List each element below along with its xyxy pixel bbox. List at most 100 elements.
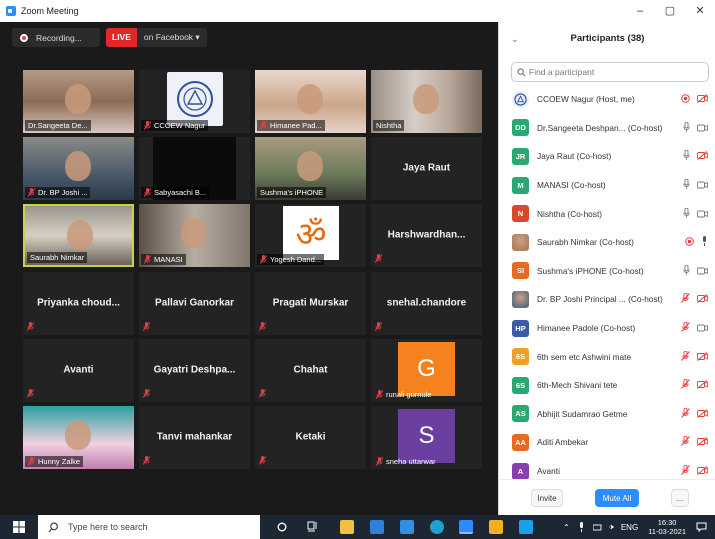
video-tile[interactable]: Hunny Zalke xyxy=(23,406,134,469)
file-explorer-icon[interactable] xyxy=(340,520,354,534)
participant-row[interactable]: JR Jaya Raut (Co-host) xyxy=(499,142,715,171)
video-tile[interactable]: Priyanka choud... xyxy=(23,272,134,335)
video-icon[interactable] xyxy=(697,176,708,194)
app-icon[interactable] xyxy=(519,520,533,534)
edge-icon[interactable] xyxy=(430,520,444,534)
participant-row[interactable]: AS Abhijit Sudamrao Getme xyxy=(499,400,715,429)
mic-icon[interactable] xyxy=(683,262,690,280)
video-tile[interactable]: Gayatri Deshpa... xyxy=(139,339,250,402)
tile-name: Tanvi mahankar xyxy=(156,430,233,442)
video-off-icon[interactable] xyxy=(697,348,708,366)
more-button[interactable]: ... xyxy=(671,489,689,507)
media-player-icon[interactable] xyxy=(489,520,503,534)
video-tile[interactable]: Jaya Raut xyxy=(371,137,482,200)
video-tile[interactable]: Harshwardhan... xyxy=(371,204,482,267)
clock[interactable]: 16:30 11-03-2021 xyxy=(648,518,686,536)
video-tile[interactable]: Chahat xyxy=(255,339,366,402)
task-view-icon[interactable] xyxy=(307,521,318,532)
participant-row[interactable]: 6S 6th sem etc Ashwini mate xyxy=(499,342,715,371)
participant-name: Dr. BP Joshi Principal ... (Co-host) xyxy=(537,294,663,305)
mic-muted-icon[interactable] xyxy=(681,433,690,451)
windows-start-icon[interactable] xyxy=(13,521,25,533)
video-tile[interactable]: Sabyasachi B... xyxy=(139,137,250,200)
logo-image xyxy=(167,72,223,126)
video-tile[interactable]: Pallavi Ganorkar xyxy=(139,272,250,335)
video-icon[interactable] xyxy=(697,319,708,337)
avatar: HP xyxy=(512,319,529,337)
video-off-icon[interactable] xyxy=(697,405,708,423)
mic-muted-icon xyxy=(260,255,267,264)
video-tile[interactable]: Dr. BP Joshi ... xyxy=(23,137,134,200)
participant-search-input[interactable]: Find a participant xyxy=(511,62,709,82)
video-tile[interactable]: CCOEW Nagur xyxy=(139,70,250,133)
mic-muted-icon[interactable] xyxy=(681,462,690,480)
video-icon[interactable] xyxy=(697,205,708,223)
maximize-button[interactable]: ▢ xyxy=(655,0,685,22)
mic-muted-icon[interactable] xyxy=(681,348,690,366)
invite-button[interactable]: Invite xyxy=(531,489,563,507)
collapse-chevron-icon[interactable]: ⌄ xyxy=(511,22,519,56)
close-button[interactable]: ✕ xyxy=(685,0,715,22)
video-off-icon[interactable] xyxy=(697,433,708,451)
live-stream-indicator[interactable]: LIVE on Facebook ▾ xyxy=(106,28,207,47)
volume-icon[interactable]: 🕩 xyxy=(609,522,614,532)
cortana-icon[interactable] xyxy=(277,522,287,532)
notifications-icon[interactable] xyxy=(696,522,707,532)
video-off-icon[interactable] xyxy=(697,462,708,480)
participant-row[interactable]: M MANASI (Co-host) xyxy=(499,171,715,200)
video-tile[interactable]: Pragati Murskar xyxy=(255,272,366,335)
participant-row[interactable]: DD Dr.Sangeeta Deshpan... (Co-host) xyxy=(499,114,715,143)
mail-icon[interactable] xyxy=(400,520,414,534)
zoom-taskbar-icon[interactable] xyxy=(459,520,473,534)
tray-chevron-icon[interactable]: ⌃ xyxy=(563,523,570,532)
video-tile[interactable]: Avanti xyxy=(23,339,134,402)
video-icon[interactable] xyxy=(697,119,708,137)
language-indicator[interactable]: ENG xyxy=(621,523,638,532)
participant-row[interactable]: AA Aditi Ambekar xyxy=(499,428,715,457)
minimize-button[interactable]: – xyxy=(625,0,655,22)
store-icon[interactable] xyxy=(370,520,384,534)
mic-muted-icon[interactable] xyxy=(681,376,690,394)
taskbar-search-input[interactable]: Type here to search xyxy=(38,515,260,539)
video-tile[interactable]: Ssneha uttarwar xyxy=(371,406,482,469)
live-target-dropdown[interactable]: on Facebook ▾ xyxy=(137,28,207,47)
video-tile[interactable]: Sushma's iPHONE xyxy=(255,137,366,200)
participant-row[interactable]: CCOEW Nagur (Host, me) xyxy=(499,85,715,114)
face-shape xyxy=(65,151,91,181)
mic-icon[interactable] xyxy=(701,233,708,251)
video-tile[interactable]: Himanee Pad... xyxy=(255,70,366,133)
mic-icon[interactable] xyxy=(683,205,690,223)
video-tile[interactable]: Ketaki xyxy=(255,406,366,469)
video-off-icon[interactable] xyxy=(697,376,708,394)
mute-all-button[interactable]: Mute All xyxy=(595,489,639,507)
video-tile[interactable]: ॐ Yogesh Dand... xyxy=(255,204,366,267)
mic-icon[interactable] xyxy=(683,119,690,137)
avatar: DD xyxy=(512,119,529,137)
participant-row[interactable]: HP Himanee Padole (Co-host) xyxy=(499,314,715,343)
participant-row[interactable]: 6S 6th-Mech Shivani tete xyxy=(499,371,715,400)
tile-name-label: Saurabh Nimkar xyxy=(27,252,88,263)
video-tile[interactable]: MANASI xyxy=(139,204,250,267)
video-tile[interactable]: Grunali gurnule xyxy=(371,339,482,402)
participant-row[interactable]: N Nishtha (Co-host) xyxy=(499,199,715,228)
video-tile[interactable]: snehal.chandore xyxy=(371,272,482,335)
recording-indicator[interactable]: Recording... xyxy=(12,28,100,47)
video-tile[interactable]: Nishtha xyxy=(371,70,482,133)
network-icon[interactable] xyxy=(592,523,603,531)
video-off-icon[interactable] xyxy=(697,290,708,308)
participant-row[interactable]: SI Sushma's iPHONE (Co-host) xyxy=(499,257,715,286)
mic-muted-icon[interactable] xyxy=(681,405,690,423)
video-tile[interactable]: Dr.Sangeeta De... xyxy=(23,70,134,133)
tile-name: Avanti xyxy=(63,363,94,375)
mic-icon[interactable] xyxy=(683,176,690,194)
mic-muted-icon[interactable] xyxy=(681,290,690,308)
video-off-icon[interactable] xyxy=(697,147,708,165)
video-icon[interactable] xyxy=(697,262,708,280)
video-tile[interactable]: Tanvi mahankar xyxy=(139,406,250,469)
participant-row[interactable]: Saurabh Nimkar (Co-host) xyxy=(499,228,715,257)
mic-icon[interactable] xyxy=(683,147,690,165)
video-off-icon[interactable] xyxy=(697,90,708,108)
mic-muted-icon[interactable] xyxy=(681,319,690,337)
video-tile[interactable]: Saurabh Nimkar xyxy=(23,204,134,267)
participant-row[interactable]: Dr. BP Joshi Principal ... (Co-host) xyxy=(499,285,715,314)
